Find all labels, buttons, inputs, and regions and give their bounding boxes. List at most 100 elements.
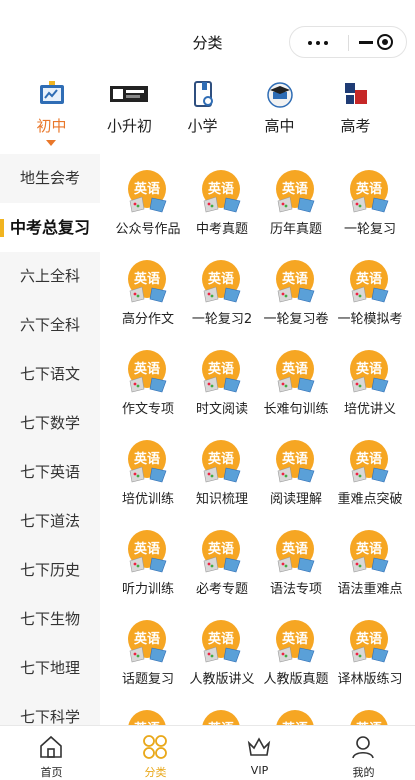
- resource-label: 语法重难点: [337, 582, 403, 597]
- tab-label: 首页: [40, 766, 63, 779]
- resource-item[interactable]: 英语 长难句训练: [257, 334, 335, 424]
- sidebar-item-active[interactable]: 中考总复习: [0, 203, 100, 252]
- sidebar-item[interactable]: 七下语文: [0, 350, 100, 399]
- level-tab-senior-high[interactable]: 高中: [238, 72, 321, 154]
- badge-text: 英语: [207, 361, 234, 377]
- english-book-icon: 英语: [128, 350, 167, 393]
- capsule-divider: [348, 35, 349, 51]
- badge-text: 英语: [281, 361, 308, 377]
- badge-text: 英语: [355, 541, 382, 557]
- badge-text: 英语: [133, 181, 160, 197]
- sidebar-item[interactable]: 七下道法: [0, 497, 100, 546]
- badge-text: 英语: [281, 631, 308, 647]
- resource-item[interactable]: 英语 必考专题: [183, 514, 261, 604]
- english-book-icon: 英语: [128, 620, 167, 663]
- resource-item[interactable]: 英语 话题复习: [109, 604, 187, 694]
- resource-label: 一轮模拟考: [337, 312, 403, 327]
- badge-text: 英语: [207, 541, 234, 557]
- english-book-icon: 英语: [276, 620, 315, 663]
- resource-item[interactable]: 英语 公众号作品: [109, 154, 187, 244]
- badge-text: 英语: [355, 181, 382, 197]
- sidebar-item[interactable]: 七下英语: [0, 448, 100, 497]
- english-book-icon: 英语: [350, 170, 389, 213]
- level-tab-primary[interactable]: 小学: [161, 72, 244, 154]
- resource-item[interactable]: 英语 时文阅读: [183, 334, 261, 424]
- more-icon[interactable]: [308, 41, 330, 45]
- resource-item[interactable]: 英语 阅读理解: [257, 424, 335, 514]
- tab-home[interactable]: 首页: [0, 726, 103, 780]
- resource-item[interactable]: 英语 中考真题: [183, 154, 261, 244]
- resource-item[interactable]: 英语 听力训练: [109, 514, 187, 604]
- english-book-icon: 英语: [276, 440, 315, 483]
- english-book-icon: 英语: [276, 350, 315, 393]
- chalkboard-icon: [40, 81, 64, 104]
- level-tabs: 初中 小升初 小学 高中 高考: [0, 72, 415, 155]
- english-book-icon: 英语: [128, 530, 167, 573]
- english-book-icon: 英语: [350, 440, 389, 483]
- tab-label: 我的: [352, 766, 375, 779]
- badge-text: 英语: [355, 451, 382, 467]
- resource-item[interactable]: 英语 一轮模拟考: [331, 244, 409, 334]
- exam-badge-icon: [345, 83, 367, 104]
- sidebar-item[interactable]: 六上全科: [0, 252, 100, 301]
- level-label: 高考: [340, 117, 371, 135]
- english-book-icon: 英语: [276, 170, 315, 213]
- resource-item[interactable]: 英语 知识梳理: [183, 424, 261, 514]
- english-book-icon: 英语: [350, 710, 388, 725]
- english-book-icon: 英语: [202, 710, 240, 725]
- banner-icon: [110, 86, 148, 102]
- resource-item[interactable]: 英语 人教版讲义: [183, 604, 261, 694]
- level-label: 初中: [36, 117, 67, 135]
- badge-text: 英语: [133, 451, 160, 467]
- resource-item[interactable]: 英语 一轮复习卷: [257, 244, 335, 334]
- resource-item[interactable]: 英语 译林版练习: [331, 604, 409, 694]
- resource-item[interactable]: 英语 语法重难点: [331, 514, 409, 604]
- resource-item[interactable]: 英语 培优讲义: [331, 334, 409, 424]
- home-icon: [40, 735, 62, 758]
- resource-item[interactable]: 英语: [109, 694, 187, 725]
- resource-item[interactable]: 英语 重难点突破: [331, 424, 409, 514]
- resource-item[interactable]: 英语 人教版真题: [257, 604, 335, 694]
- badge-text: 英语: [281, 541, 308, 557]
- resource-item[interactable]: 英语 语法专项: [257, 514, 335, 604]
- sidebar-item[interactable]: 七下生物: [0, 595, 100, 644]
- resource-label: 重难点突破: [337, 492, 403, 507]
- resource-item[interactable]: 英语 一轮复习2: [183, 244, 261, 334]
- resource-grid: 英语 公众号作品 英语 中考真题 英语 历年真题 英语 一轮复习 英语 高分作文 英语 一轮复习2 英语…: [100, 154, 415, 725]
- level-label: 高中: [264, 117, 295, 135]
- sidebar-item[interactable]: 七下数学: [0, 399, 100, 448]
- tab-profile[interactable]: 我的: [312, 726, 415, 780]
- resource-item[interactable]: 英语 历年真题: [257, 154, 335, 244]
- badge-text: 英语: [355, 361, 382, 377]
- level-tab-junior-high[interactable]: 初中: [10, 72, 93, 154]
- english-book-icon: 英语: [202, 440, 241, 483]
- sidebar-item[interactable]: 六下全科: [0, 301, 100, 350]
- tab-vip[interactable]: VIP: [208, 726, 311, 780]
- graduation-cap-icon: [267, 82, 293, 108]
- resource-item[interactable]: 英语: [257, 694, 335, 725]
- english-book-icon: 英语: [202, 350, 241, 393]
- level-tab-gaokao[interactable]: 高考: [314, 72, 397, 154]
- english-book-icon: 英语: [350, 350, 389, 393]
- close-icon[interactable]: [377, 34, 393, 50]
- tab-category[interactable]: 分类: [104, 726, 207, 780]
- sidebar-item[interactable]: 七下历史: [0, 546, 100, 595]
- badge-text: 英语: [133, 541, 160, 557]
- resource-item[interactable]: 英语 培优训练: [109, 424, 187, 514]
- sidebar-item[interactable]: 七下地理: [0, 644, 100, 693]
- resource-item[interactable]: 英语 作文专项: [109, 334, 187, 424]
- resource-item[interactable]: 英语: [183, 694, 261, 725]
- crown-icon: [247, 737, 271, 756]
- minimize-icon[interactable]: [359, 41, 373, 44]
- level-tab-primary-to-junior[interactable]: 小升初: [88, 72, 171, 154]
- english-book-icon: 英语: [350, 620, 389, 663]
- english-book-icon: 英语: [350, 530, 389, 573]
- resource-item[interactable]: 英语 一轮复习: [331, 154, 409, 244]
- active-indicator: [46, 140, 56, 146]
- badge-text: 英语: [207, 631, 234, 647]
- sidebar-item[interactable]: 地生会考: [0, 154, 100, 203]
- resource-item[interactable]: 英语 高分作文: [109, 244, 187, 334]
- resource-item[interactable]: 英语: [331, 694, 409, 725]
- level-label: 小升初: [106, 117, 152, 135]
- sidebar-item[interactable]: 七下科学: [0, 693, 100, 725]
